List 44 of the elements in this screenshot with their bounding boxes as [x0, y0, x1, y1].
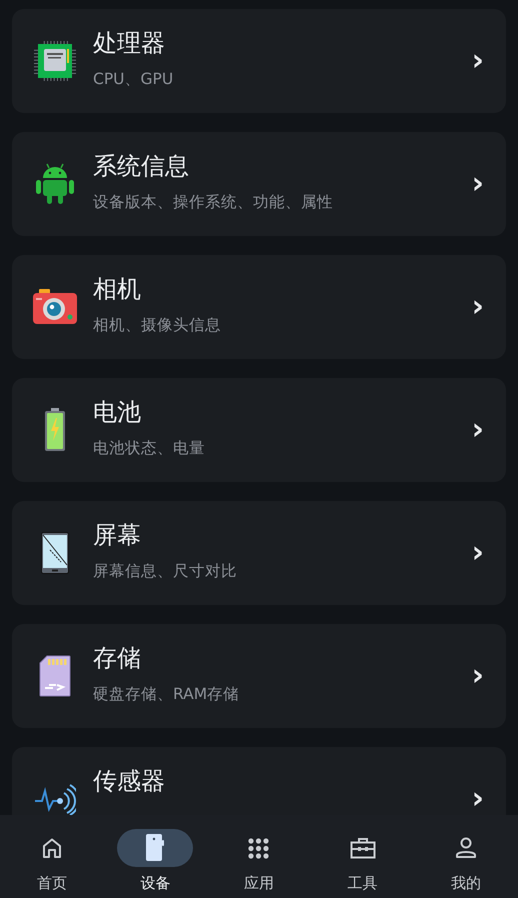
- phone-icon: [146, 834, 164, 862]
- chevron-icon: ›: [472, 415, 484, 445]
- category-description: 电池状态、电量: [93, 438, 206, 458]
- category-card[interactable]: 相机 相机、摄像头信息 ›: [12, 255, 506, 359]
- toolbox-icon: [350, 837, 376, 859]
- chevron-icon: ›: [472, 784, 484, 814]
- nav-tab[interactable]: 设备: [104, 815, 208, 898]
- phone-icon: [41, 532, 69, 574]
- chevron-icon: ›: [472, 292, 484, 322]
- category-description: 相机、摄像头信息: [93, 315, 222, 335]
- category-title: 屏幕: [93, 520, 142, 551]
- category-card[interactable]: 传感器 ›: [12, 747, 506, 815]
- nav-tab[interactable]: 工具: [310, 815, 414, 898]
- home-icon: [40, 837, 63, 859]
- nav-tab[interactable]: 应用: [207, 815, 311, 898]
- category-card[interactable]: 存储 硬盘存储、RAM存储 ›: [12, 624, 506, 728]
- chevron-icon: ›: [472, 169, 484, 199]
- category-description: CPU、GPU: [93, 69, 174, 89]
- chip-icon: [33, 39, 77, 83]
- nav-tab[interactable]: 首页: [0, 815, 104, 898]
- chevron-icon: ›: [472, 46, 484, 76]
- chevron-icon: ›: [472, 538, 484, 568]
- category-title: 处理器: [93, 28, 166, 59]
- sd-card-icon: [39, 655, 71, 697]
- chevron-icon: ›: [472, 661, 484, 691]
- category-card[interactable]: 屏幕 屏幕信息、尺寸对比 ›: [12, 501, 506, 605]
- category-card[interactable]: 处理器 CPU、GPU ›: [12, 9, 506, 113]
- category-title: 电池: [93, 397, 142, 428]
- person-icon: [455, 837, 478, 859]
- category-title: 相机: [93, 274, 142, 305]
- camera-icon: [33, 289, 77, 325]
- sensor-icon: [34, 783, 76, 815]
- category-title: 系统信息: [93, 151, 190, 182]
- category-card[interactable]: 电池 电池状态、电量 ›: [12, 378, 506, 482]
- category-title: 传感器: [93, 766, 166, 797]
- category-description: 硬盘存储、RAM存储: [93, 684, 240, 704]
- apps-grid-icon: [248, 838, 270, 858]
- category-title: 存储: [93, 643, 142, 674]
- category-description: 屏幕信息、尺寸对比: [93, 561, 238, 581]
- nav-tab[interactable]: 我的: [414, 815, 518, 898]
- category-description: 设备版本、操作系统、功能、属性: [93, 192, 334, 212]
- robot-icon: [35, 162, 75, 206]
- battery-icon: [44, 408, 66, 452]
- category-card[interactable]: 系统信息 设备版本、操作系统、功能、属性 ›: [12, 132, 506, 236]
